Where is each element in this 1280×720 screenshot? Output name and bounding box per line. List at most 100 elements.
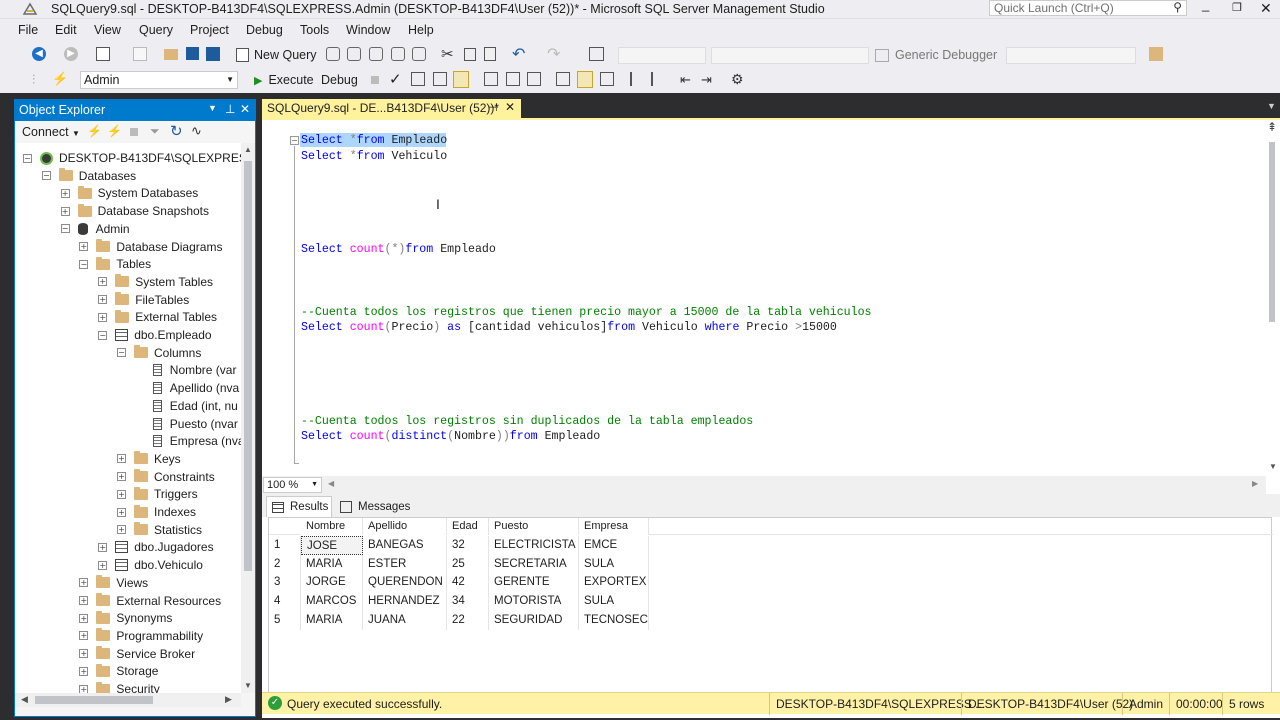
menu-view[interactable]: View — [94, 23, 121, 37]
tab-sqlquery9[interactable]: SQLQuery9.sql - DE...B413DF4\User (52))*… — [262, 99, 521, 118]
code-line[interactable]: Select count(distinct(Nombre))from Emple… — [301, 429, 600, 445]
tree-node[interactable]: − Columns — [117, 344, 201, 362]
collapse-icon[interactable]: − — [98, 330, 108, 340]
split-icon[interactable]: ⇞ — [1267, 120, 1277, 134]
tree-node[interactable]: + Security — [79, 680, 160, 693]
grid-cell[interactable]: EXPORTEX — [579, 573, 649, 593]
database-engine-query-icon[interactable] — [326, 47, 340, 61]
code-line[interactable]: --Cuenta todos los registros que tienen … — [301, 305, 872, 321]
expand-icon[interactable]: + — [79, 666, 89, 676]
tree-node[interactable]: + dbo.Vehiculo — [98, 556, 203, 574]
tree-node[interactable]: + System Databases — [60, 184, 198, 202]
stop-icon[interactable] — [130, 128, 138, 136]
cut-icon[interactable]: ✂ — [441, 45, 454, 63]
expand-icon[interactable]: + — [79, 649, 89, 659]
xmla-query-icon[interactable] — [412, 47, 426, 61]
results-to-file-icon[interactable] — [600, 72, 614, 86]
expand-icon[interactable]: + — [79, 613, 89, 623]
scroll-right-icon[interactable]: ▶ — [225, 694, 232, 705]
grid-cell[interactable]: GERENTE — [489, 573, 579, 593]
tree-vertical-scrollbar[interactable]: ▲ ▼ — [241, 143, 255, 693]
code-area[interactable]: Select *from Empleado Select *from Vehicu… — [301, 133, 1261, 473]
results-to-grid-icon[interactable] — [577, 71, 593, 88]
grid-cell[interactable]: MARIA — [301, 554, 363, 574]
collapse-icon[interactable]: − — [60, 224, 70, 234]
table-row[interactable]: 4 MARCOS HERNANDEZ 34 MOTORISTA SULA — [269, 592, 649, 612]
tree-node[interactable]: + Indexes — [117, 503, 196, 521]
tree-node[interactable]: + Database Diagrams — [79, 238, 222, 256]
tree-node[interactable]: − Databases — [41, 167, 136, 185]
table-row[interactable]: 5 MARIA JUANA 22 SEGURIDAD TECNOSEC — [269, 610, 649, 630]
expand-icon[interactable]: + — [60, 188, 70, 198]
editor-scroll-thumb[interactable] — [1269, 142, 1275, 322]
filter-icon[interactable]: ⏷ — [150, 124, 160, 139]
grid-cell[interactable]: 32 — [447, 536, 489, 555]
tree-node[interactable]: + Service Broker — [79, 645, 195, 663]
expand-icon[interactable]: + — [117, 489, 126, 499]
tree-node[interactable]: + Storage — [79, 662, 158, 680]
decrease-indent-icon[interactable]: ⇤ — [680, 72, 691, 88]
close-tab-icon[interactable]: ✕ — [505, 100, 515, 114]
grid-cell[interactable]: TECNOSEC — [579, 610, 649, 630]
tab-results[interactable]: Results — [266, 496, 332, 517]
grid-column-header[interactable]: Nombre — [301, 518, 363, 535]
restore-button[interactable]: ❐ — [1232, 1, 1244, 14]
grid-cell[interactable]: BANEGAS — [363, 536, 447, 555]
menu-edit[interactable]: Edit — [55, 23, 77, 37]
toolbar-options-icon[interactable] — [1149, 47, 1163, 61]
scroll-left-icon[interactable]: ◀ — [21, 694, 28, 705]
tree-node[interactable]: + Triggers — [117, 485, 198, 503]
scroll-thumb-h[interactable] — [35, 696, 153, 704]
menu-debug[interactable]: Debug — [246, 23, 283, 37]
new-project-icon[interactable] — [96, 47, 110, 61]
tree-node[interactable]: − Admin — [60, 220, 130, 238]
collapse-icon[interactable]: − — [79, 259, 89, 269]
tree-node[interactable]: + External Tables — [98, 308, 217, 326]
grid-cell[interactable]: 34 — [447, 592, 489, 612]
pin-icon[interactable]: ⊥ — [225, 102, 235, 116]
h-scroll-right-icon[interactable]: ▶ — [1252, 479, 1258, 488]
disconnect-icon[interactable]: ⚡ — [107, 124, 122, 138]
debug-button[interactable]: Debug — [321, 73, 358, 87]
grid-column-header[interactable]: Puesto — [489, 518, 579, 535]
grid-cell[interactable]: ELECTRICISTA — [489, 536, 579, 555]
grid-cell[interactable]: 22 — [447, 610, 489, 630]
paste-icon[interactable] — [484, 47, 496, 61]
collapse-icon[interactable]: − — [117, 348, 126, 358]
zoom-select[interactable]: 100 % ▼ — [263, 477, 322, 493]
cancel-query-icon[interactable] — [371, 76, 379, 84]
table-row[interactable]: 3 JORGE QUERENDON 42 GERENTE EXPORTEX — [269, 573, 649, 593]
h-scroll-left-icon[interactable]: ◀ — [328, 479, 334, 488]
editor-vertical-scrollbar[interactable]: ⇞ ▼ — [1266, 120, 1280, 476]
uncomment-icon[interactable] — [651, 72, 665, 86]
quick-launch-input[interactable]: Quick Launch (Ctrl+Q) ⚲ — [989, 0, 1187, 16]
refresh-icon[interactable]: ↻ — [170, 122, 183, 140]
tree-node[interactable]: + System Tables — [98, 273, 213, 291]
expand-icon[interactable]: + — [60, 206, 70, 216]
expand-icon[interactable]: + — [79, 578, 89, 588]
debug-target-dropdown[interactable] — [1006, 47, 1136, 64]
mdx-query-icon[interactable] — [369, 47, 383, 61]
solution-config-dropdown[interactable] — [618, 47, 706, 64]
tree-node[interactable]: − dbo.Empleado — [98, 326, 212, 344]
editor-scroll-down-icon[interactable]: ▼ — [1269, 462, 1277, 471]
query-options-icon[interactable] — [433, 72, 447, 86]
expand-icon[interactable]: + — [98, 542, 108, 552]
tree-node[interactable]: Nombre (var — [136, 361, 236, 379]
close-window-button[interactable]: ✕ — [1260, 0, 1274, 16]
tree-node[interactable]: Apellido (nva — [136, 379, 239, 397]
collapse-region-icon[interactable]: − — [290, 136, 299, 145]
menu-query[interactable]: Query — [139, 23, 173, 37]
save-all-icon[interactable] — [206, 47, 220, 61]
execute-button[interactable]: ▶ Execute — [254, 71, 314, 89]
grid-cell[interactable]: MOTORISTA — [489, 592, 579, 612]
code-line[interactable]: Select count(Precio) as [cantidad vehicu… — [301, 320, 837, 336]
panel-dropdown-icon[interactable]: ▼ — [208, 103, 217, 113]
expand-icon[interactable]: + — [117, 507, 126, 517]
expand-icon[interactable]: + — [79, 242, 89, 251]
grid-cell[interactable]: QUERENDON — [363, 573, 447, 593]
estimated-plan-icon[interactable] — [411, 72, 425, 86]
expand-icon[interactable]: + — [98, 277, 108, 287]
grid-cell[interactable]: MARIA — [301, 610, 363, 630]
solution-platform-dropdown[interactable] — [711, 47, 869, 64]
